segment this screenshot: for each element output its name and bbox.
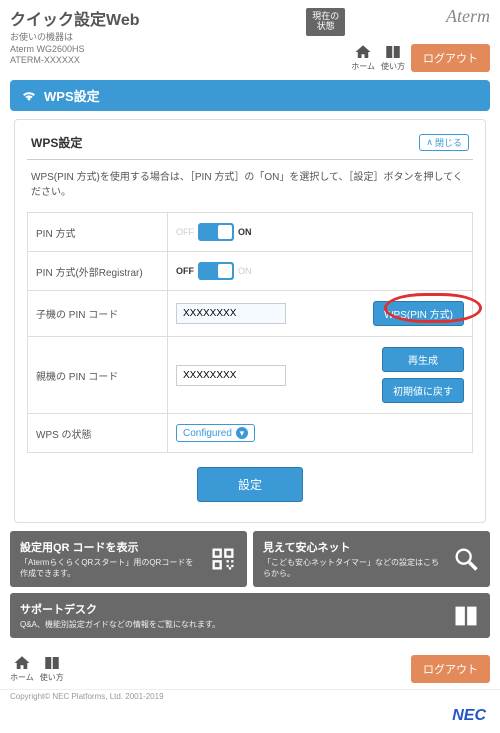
ext-registrar-toggle[interactable] <box>198 262 234 280</box>
guide-nav[interactable]: 使い方 <box>381 43 405 72</box>
brand-logo: Aterm <box>446 6 490 27</box>
reset-default-button[interactable]: 初期値に戻す <box>382 378 464 403</box>
section-header: WPS設定 <box>10 80 490 111</box>
wps-status-chip[interactable]: Configured ▾ <box>176 424 255 442</box>
wps-pin-button[interactable]: WPS(PIN 方式) <box>373 301 464 326</box>
row-label: 親機の PIN コード <box>28 337 168 414</box>
magnifier-icon <box>452 545 480 573</box>
regenerate-button[interactable]: 再生成 <box>382 347 464 372</box>
row-label: 子機の PIN コード <box>28 291 168 337</box>
logout-button[interactable]: ログアウト <box>411 44 490 72</box>
home-nav[interactable]: ホーム <box>351 43 375 72</box>
logout-button-footer[interactable]: ログアウト <box>411 655 490 683</box>
support-card[interactable]: サポートデスク Q&A、機能別設定ガイドなどの情報をご覧になれます。 <box>10 593 490 638</box>
row-label: PIN 方式 <box>28 213 168 252</box>
book-icon <box>452 602 480 630</box>
chevron-up-icon: ∧ <box>426 137 433 148</box>
panel-title: WPS設定 <box>31 134 419 151</box>
page-title: クイック設定Web <box>10 6 306 30</box>
qr-card[interactable]: 設定用QR コードを表示 「AtermらくらくQRスタート」用のQRコードを作成… <box>10 531 247 587</box>
copyright: Copyright© NEC Platforms, Ltd. 2001-2019 <box>0 689 500 703</box>
submit-button[interactable]: 設定 <box>197 467 303 502</box>
wifi-icon <box>20 87 38 105</box>
home-icon <box>353 43 373 61</box>
guide-nav-footer[interactable]: 使い方 <box>40 654 64 683</box>
nec-logo: NEC <box>0 703 500 733</box>
row-label: PIN 方式(外部Registrar) <box>28 252 168 291</box>
current-status-badge[interactable]: 現在の 状態 <box>306 8 345 36</box>
home-icon <box>12 654 32 672</box>
parent-pin-input <box>176 365 286 386</box>
home-nav-footer[interactable]: ホーム <box>10 654 34 683</box>
chevron-down-icon: ▾ <box>236 427 248 439</box>
close-button[interactable]: ∧ 閉じる <box>419 134 469 151</box>
device-info: お使いの機器は Aterm WG2600HS ATERM-XXXXXX <box>10 32 306 67</box>
safety-net-card[interactable]: 見えて安心ネット 「こども安心ネットタイマー」などの設定はこちらから。 <box>253 531 490 587</box>
panel-description: WPS(PIN 方式)を使用する場合は、［PIN 方式］の「ON」を選択して、［… <box>31 170 469 200</box>
book-icon <box>383 43 403 61</box>
qr-icon <box>209 545 237 573</box>
row-label: WPS の状態 <box>28 414 168 453</box>
child-pin-input[interactable] <box>176 303 286 324</box>
wps-panel: WPS設定 ∧ 閉じる WPS(PIN 方式)を使用する場合は、［PIN 方式］… <box>14 119 486 523</box>
settings-table: PIN 方式 OFF ON PIN 方式(外部Registrar) OFF ON… <box>27 212 473 453</box>
book-icon <box>42 654 62 672</box>
pin-method-toggle[interactable] <box>198 223 234 241</box>
